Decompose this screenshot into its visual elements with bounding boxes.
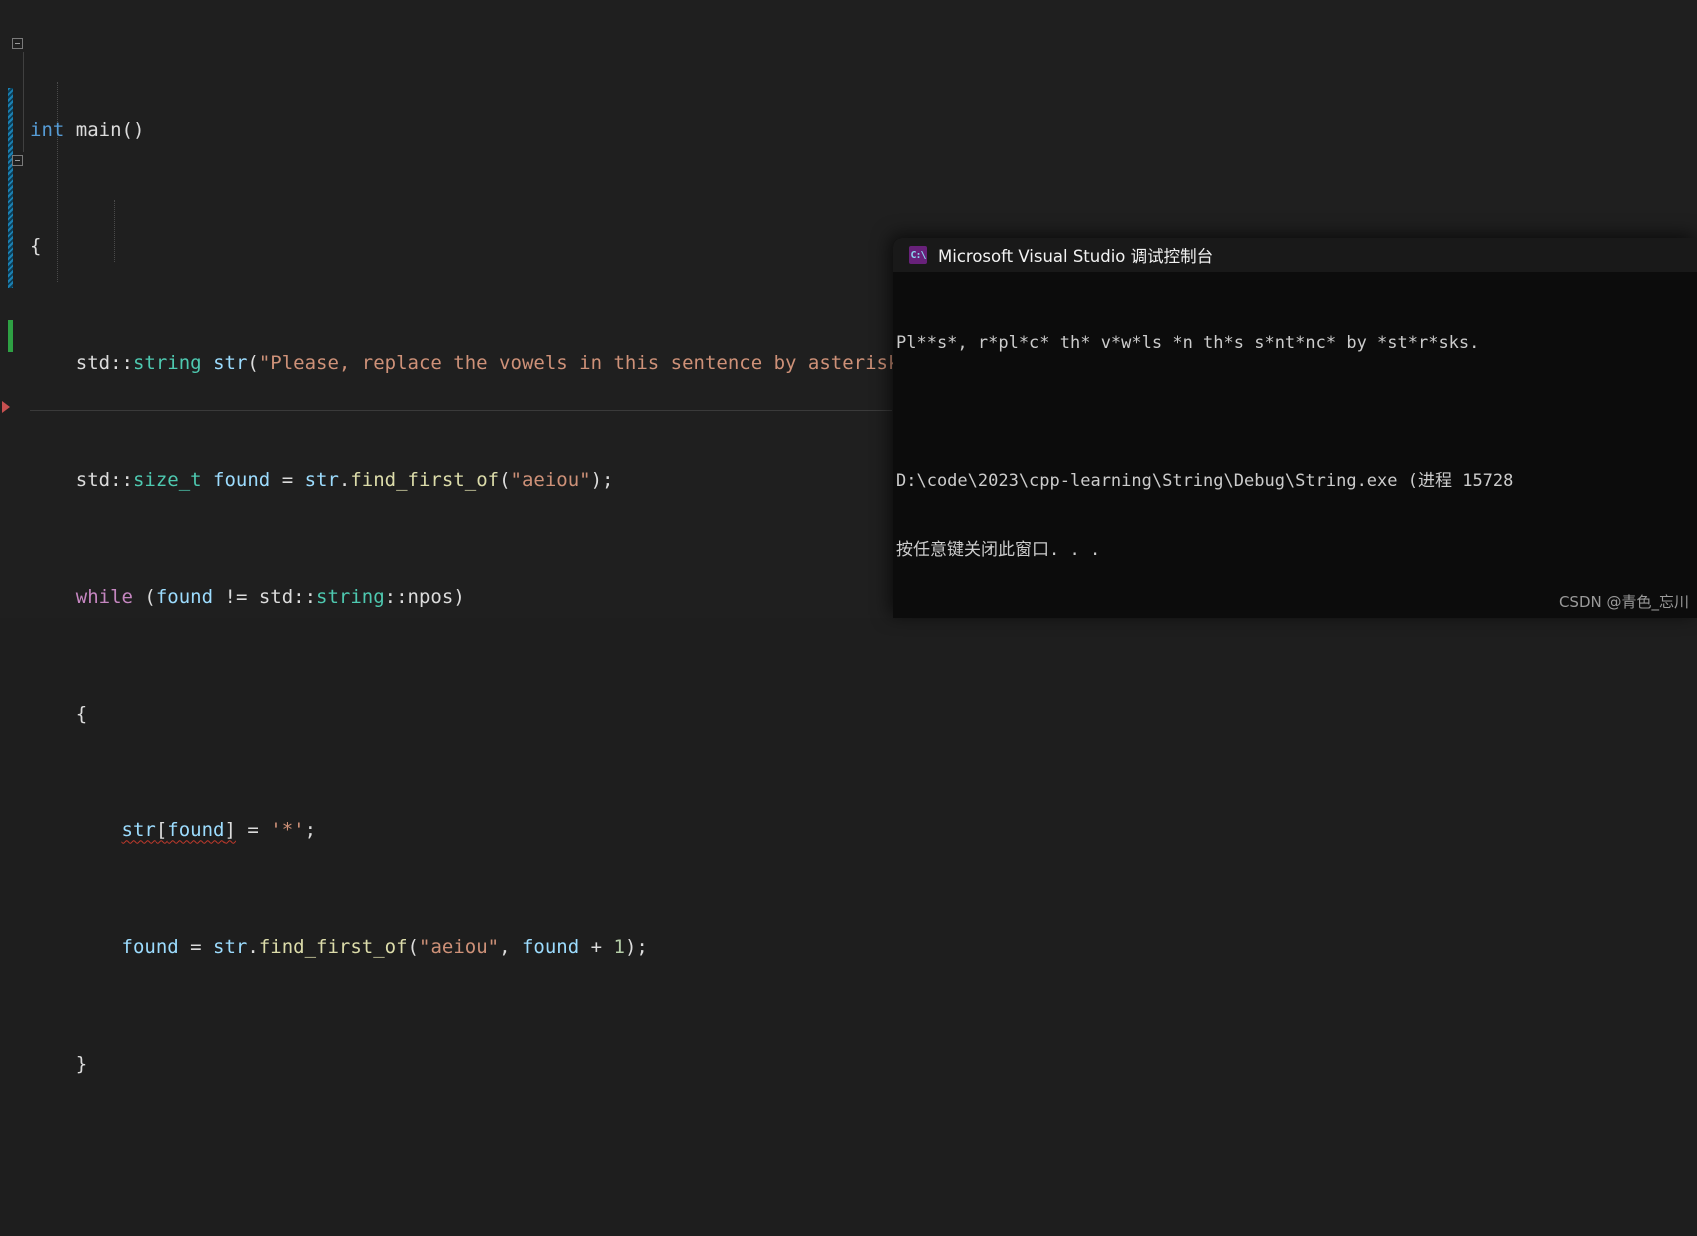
type-string-3: string xyxy=(132,352,202,375)
var-str-7: str xyxy=(121,819,156,842)
comma-8: , xyxy=(499,936,522,959)
code-line-9: } xyxy=(30,1050,957,1079)
paren-close-4: ); xyxy=(590,469,614,491)
console-window-title: Microsoft Visual Studio 调试控制台 xyxy=(938,247,1214,266)
type-sizet-4: size_t xyxy=(132,469,202,491)
keyword-while: while xyxy=(75,585,133,608)
csdn-watermark: CSDN @青色_忘川 xyxy=(1558,593,1689,611)
dot-4: . xyxy=(338,469,351,491)
var-found-8: found xyxy=(121,936,179,959)
change-bar-saved xyxy=(8,320,13,352)
keyword-int: int xyxy=(30,118,65,141)
console-output-line: Pl**s*, r*pl*c* th* v*w*ls *n th*s s*nt*… xyxy=(896,333,1480,353)
indent-7 xyxy=(30,819,122,841)
var-found-5: found xyxy=(155,585,214,608)
function-main: main() xyxy=(64,118,145,141)
indent-6 xyxy=(30,703,76,725)
var-found-4: found xyxy=(201,469,271,491)
operator-neq-5: != xyxy=(213,585,259,608)
bracket-close-7: ] xyxy=(224,819,236,842)
paren-open-3: ( xyxy=(247,352,259,375)
var-found-7: found xyxy=(167,819,225,842)
fn-find-first-of-4: find_first_of xyxy=(350,469,500,491)
brace-open-while: { xyxy=(75,702,88,725)
code-line-7: str[found] = '*'; xyxy=(30,816,957,845)
space-3 xyxy=(202,352,213,374)
paren-open-5: ( xyxy=(132,585,156,608)
var-found-8b: found xyxy=(521,936,580,959)
indent-3 xyxy=(30,352,76,374)
operator-plus-8: + xyxy=(579,936,614,959)
char-literal-asterisk: '*' xyxy=(270,819,305,842)
var-str-4: str xyxy=(304,469,339,491)
console-output-line: 按任意键关闭此窗口. . . xyxy=(896,540,1101,560)
fold-marker-while[interactable] xyxy=(12,155,23,166)
console-titlebar[interactable]: C:\ Microsoft Visual Studio 调试控制台 xyxy=(893,238,1697,272)
code-line-4: std::size_t found = str.find_first_of("a… xyxy=(30,466,957,495)
dot-8: . xyxy=(247,936,259,959)
code-line-2: { xyxy=(30,232,957,261)
indent-5 xyxy=(30,586,76,608)
debug-console-window[interactable]: C:\ Microsoft Visual Studio 调试控制台 Pl**s*… xyxy=(893,238,1697,618)
member-npos-5: ::npos xyxy=(384,585,454,608)
operator-assign-4: = xyxy=(270,469,305,491)
indent-4 xyxy=(30,469,76,491)
change-bar-modified xyxy=(8,88,13,288)
console-output[interactable]: Pl**s*, r*pl*c* th* v*w*ls *n th*s s*nt*… xyxy=(893,272,1697,608)
code-line-8: found = str.find_first_of("aeiou", found… xyxy=(30,933,957,962)
semicolon-7: ; xyxy=(304,819,317,842)
type-string-5: string xyxy=(316,585,385,608)
ns-std-5: std:: xyxy=(258,585,317,608)
ns-std-3: std:: xyxy=(75,352,133,375)
operator-assign-8: = xyxy=(178,936,214,959)
indent-guide-outer xyxy=(23,52,24,152)
current-statement-arrow xyxy=(2,401,10,413)
indent-9 xyxy=(30,1053,76,1075)
paren-close-8: ); xyxy=(624,936,648,959)
indent-8 xyxy=(30,936,122,958)
code-line-1: int main() xyxy=(30,116,957,145)
console-output-line: D:\code\2023\cpp-learning\String\Debug\S… xyxy=(896,471,1514,491)
code-line-6: { xyxy=(30,700,957,729)
var-str-8: str xyxy=(213,936,248,959)
fold-marker-main[interactable] xyxy=(12,38,23,49)
string-literal-aeiou-4: "aeiou" xyxy=(510,469,591,491)
editor-region-divider xyxy=(30,410,892,411)
bracket-open-7: [ xyxy=(155,819,168,842)
code-line-5: while (found != std::string::npos) xyxy=(30,583,957,612)
ns-std-4: std:: xyxy=(75,469,133,491)
console-icon-glyph: C:\ xyxy=(910,249,926,261)
console-output-blank xyxy=(896,401,1697,424)
visual-studio-console-icon: C:\ xyxy=(909,246,927,264)
operator-assign-7: = xyxy=(235,819,271,842)
fn-find-first-of-8: find_first_of xyxy=(258,936,408,959)
paren-close-5: ) xyxy=(453,585,465,608)
brace-close-while: } xyxy=(75,1052,88,1075)
paren-open-4: ( xyxy=(499,469,511,491)
var-str-3: str xyxy=(213,352,248,375)
editor-code-content[interactable]: int main() { std::string str("Please, re… xyxy=(30,28,957,1236)
code-line-3: std::string str("Please, replace the vow… xyxy=(30,349,957,378)
string-literal-aeiou-8: "aeiou" xyxy=(419,936,500,959)
string-literal-sentence: "Please, replace the vowels in this sent… xyxy=(258,352,934,375)
number-one-8: 1 xyxy=(613,936,625,959)
brace-open-main: { xyxy=(30,235,42,258)
paren-open-8: ( xyxy=(407,936,419,959)
